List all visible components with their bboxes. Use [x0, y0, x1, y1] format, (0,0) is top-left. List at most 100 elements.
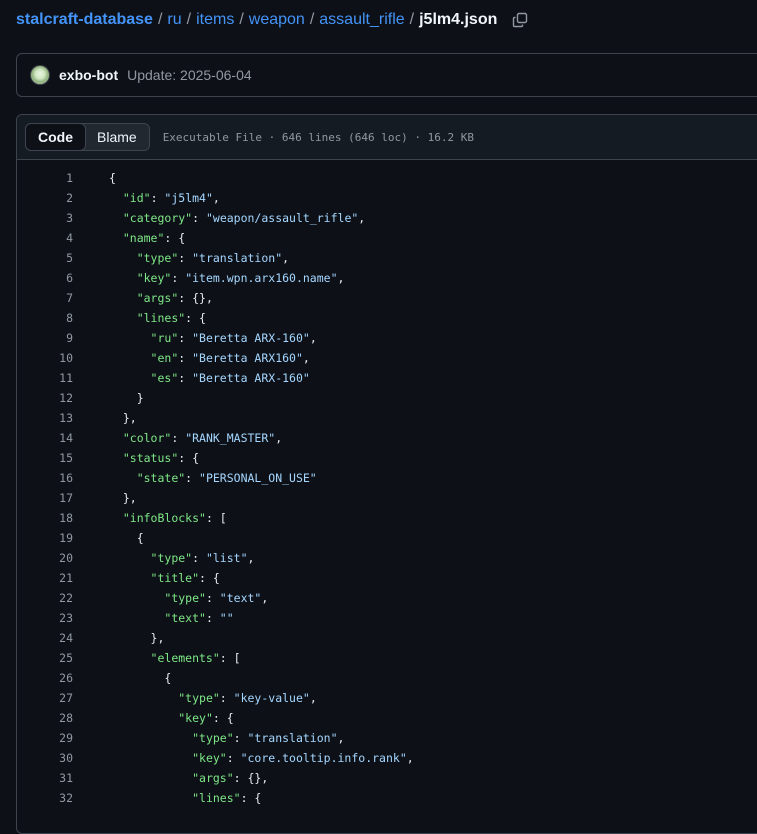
line-content: "text": "": [164, 611, 234, 625]
line-content: "title": {: [150, 571, 220, 585]
line-number[interactable]: 30: [17, 748, 73, 768]
line-number[interactable]: 23: [17, 608, 73, 628]
tab-blame[interactable]: Blame: [85, 124, 149, 150]
line-content: },: [109, 491, 137, 505]
code-line: 28 "key": {: [17, 708, 757, 728]
line-content: "key": {: [178, 711, 234, 725]
breadcrumb-separator: /: [409, 11, 415, 28]
tab-code[interactable]: Code: [25, 123, 86, 151]
line-number[interactable]: 13: [17, 408, 73, 428]
line-number[interactable]: 26: [17, 668, 73, 688]
line-number[interactable]: 14: [17, 428, 73, 448]
line-content: "state": "PERSONAL_ON_USE": [136, 471, 317, 485]
line-number[interactable]: 8: [17, 308, 73, 328]
line-content: "id": "j5lm4",: [122, 191, 220, 205]
line-number[interactable]: 21: [17, 568, 73, 588]
line-number[interactable]: 1: [17, 168, 73, 188]
line-number[interactable]: 15: [17, 448, 73, 468]
line-content: "type": "key-value",: [178, 691, 317, 705]
line-number[interactable]: 3: [17, 208, 73, 228]
line-number[interactable]: 7: [17, 288, 73, 308]
line-content: },: [109, 631, 165, 645]
breadcrumb-separator: /: [239, 11, 244, 28]
line-content: "args": {},: [136, 291, 213, 305]
code-line: 22 "type": "text",: [17, 588, 757, 608]
code-line: 4 "name": {: [17, 228, 757, 248]
line-number[interactable]: 25: [17, 648, 73, 668]
code-line: 14 "color": "RANK_MASTER",: [17, 428, 757, 448]
code-line: 20 "type": "list",: [17, 548, 757, 568]
line-number[interactable]: 10: [17, 348, 73, 368]
line-number[interactable]: 18: [17, 508, 73, 528]
line-content: "status": {: [122, 451, 200, 465]
code-line: 30 "key": "core.tooltip.info.rank",: [17, 748, 757, 768]
line-number[interactable]: 20: [17, 548, 73, 568]
line-number[interactable]: 19: [17, 528, 73, 548]
line-number[interactable]: 29: [17, 728, 73, 748]
line-content: },: [109, 411, 137, 425]
file-header: Code Blame Executable File · 646 lines (…: [17, 115, 757, 160]
line-content: {: [109, 531, 144, 545]
line-content: "type": "translation",: [136, 251, 290, 265]
code-line: 8 "lines": {: [17, 308, 757, 328]
line-content: "category": "weapon/assault_rifle",: [122, 211, 366, 225]
code-line: 12 }: [17, 388, 757, 408]
line-content: "ru": "Beretta ARX-160",: [150, 331, 317, 345]
code-line: 3 "category": "weapon/assault_rifle",: [17, 208, 757, 228]
commit-message[interactable]: Update: 2025-06-04: [127, 67, 252, 83]
code-line: 19 {: [17, 528, 757, 548]
code-line: 26 {: [17, 668, 757, 688]
line-content: "type": "translation",: [192, 731, 345, 745]
line-content: {: [109, 671, 172, 685]
line-number[interactable]: 9: [17, 328, 73, 348]
line-number[interactable]: 11: [17, 368, 73, 388]
line-number[interactable]: 4: [17, 228, 73, 248]
line-number[interactable]: 24: [17, 628, 73, 648]
line-content: "args": {},: [192, 771, 269, 785]
line-number[interactable]: 28: [17, 708, 73, 728]
line-content: "type": "list",: [150, 551, 255, 565]
code-line: 9 "ru": "Beretta ARX-160",: [17, 328, 757, 348]
breadcrumb-link-assault-rifle[interactable]: assault_rifle: [319, 11, 404, 29]
line-number[interactable]: 17: [17, 488, 73, 508]
code-line: 2 "id": "j5lm4",: [17, 188, 757, 208]
line-number[interactable]: 32: [17, 788, 73, 808]
line-content: "infoBlocks": [: [122, 511, 227, 525]
line-number[interactable]: 6: [17, 268, 73, 288]
file-info: Executable File · 646 lines (646 loc) · …: [162, 130, 474, 144]
code-line: 13 },: [17, 408, 757, 428]
line-content: "elements": [: [150, 651, 241, 665]
line-content: "en": "Beretta ARX160",: [150, 351, 310, 365]
line-number[interactable]: 12: [17, 388, 73, 408]
avatar[interactable]: [30, 65, 50, 85]
line-content: }: [109, 391, 144, 405]
breadcrumb-link-ru[interactable]: ru: [167, 11, 181, 29]
line-number[interactable]: 5: [17, 248, 73, 268]
breadcrumb-repo-link[interactable]: stalcraft-database: [16, 11, 153, 29]
line-content: "es": "Beretta ARX-160": [150, 371, 310, 385]
line-content: "type": "text",: [164, 591, 269, 605]
latest-commit-bar: exbo-bot Update: 2025-06-04: [16, 53, 757, 97]
copy-path-button[interactable]: [511, 11, 529, 29]
line-content: "lines": {: [192, 791, 262, 805]
breadcrumb-file-name: j5lm4.json: [419, 11, 498, 28]
breadcrumb-link-items[interactable]: items: [196, 11, 234, 29]
code-line: 11 "es": "Beretta ARX-160": [17, 368, 757, 388]
line-number[interactable]: 16: [17, 468, 73, 488]
line-number[interactable]: 2: [17, 188, 73, 208]
code-line: 17 },: [17, 488, 757, 508]
line-content: "key": "core.tooltip.info.rank",: [192, 751, 414, 765]
breadcrumb-separator: /: [186, 11, 192, 28]
breadcrumb-link-weapon[interactable]: weapon: [249, 11, 305, 29]
line-content: "lines": {: [136, 311, 206, 325]
view-toggle: Code Blame: [25, 123, 150, 151]
code-line: 6 "key": "item.wpn.arx160.name",: [17, 268, 757, 288]
line-number[interactable]: 27: [17, 688, 73, 708]
commit-author[interactable]: exbo-bot: [59, 67, 118, 83]
code-view: 1{2 "id": "j5lm4", 3 "category": "weapon/…: [17, 160, 757, 808]
line-number[interactable]: 22: [17, 588, 73, 608]
breadcrumb-separator: /: [157, 11, 163, 28]
code-line: 29 "type": "translation",: [17, 728, 757, 748]
line-number[interactable]: 31: [17, 768, 73, 788]
code-line: 7 "args": {},: [17, 288, 757, 308]
